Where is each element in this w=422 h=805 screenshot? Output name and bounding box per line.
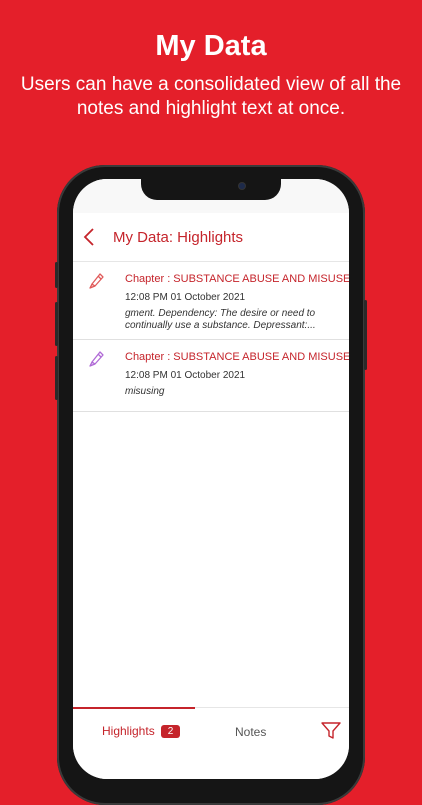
phone-screen: My Data: Highlights Chapter : SUBSTANCE … [73, 179, 349, 779]
phone-mute-button [55, 262, 58, 288]
chapter-label: Chapter : SUBSTANCE ABUSE AND MISUSE [125, 273, 349, 285]
list-item[interactable]: Chapter : SUBSTANCE ABUSE AND MISUSE 12:… [73, 262, 349, 340]
page-title: My Data: Highlights [113, 229, 244, 246]
timestamp: 12:08 PM 01 October 2021 [125, 292, 246, 303]
filter-icon[interactable] [321, 722, 341, 740]
phone-volume-down-button [55, 356, 58, 400]
tab-notes[interactable]: Notes [235, 725, 266, 739]
phone-volume-up-button [55, 302, 58, 346]
bottom-tab-bar: Highlights 2 Notes [73, 707, 349, 779]
nav-bar: My Data: Highlights [73, 213, 349, 262]
highlighter-icon [89, 273, 104, 289]
tab-highlights-label: Highlights [102, 724, 155, 738]
promo-title: My Data [155, 30, 267, 62]
chapter-label: Chapter : SUBSTANCE ABUSE AND MISUSE [125, 351, 349, 363]
promo-subtitle: Users can have a consolidated view of al… [20, 74, 402, 119]
tab-highlights[interactable]: Highlights 2 [102, 724, 181, 738]
highlight-snippet: misusing [125, 386, 165, 397]
chevron-left-icon[interactable] [83, 227, 95, 247]
highlighter-icon [89, 351, 104, 367]
list-item[interactable]: Chapter : SUBSTANCE ABUSE AND MISUSE 12:… [73, 340, 349, 412]
highlights-list: Chapter : SUBSTANCE ABUSE AND MISUSE 12:… [73, 262, 349, 412]
front-camera [239, 183, 245, 189]
highlight-snippet: gment. Dependency: The desire or need to… [125, 308, 316, 331]
highlights-count-badge: 2 [160, 724, 181, 738]
phone-power-button [364, 300, 367, 370]
timestamp: 12:08 PM 01 October 2021 [125, 370, 246, 381]
phone-notch [141, 179, 281, 200]
active-tab-indicator [73, 707, 195, 709]
